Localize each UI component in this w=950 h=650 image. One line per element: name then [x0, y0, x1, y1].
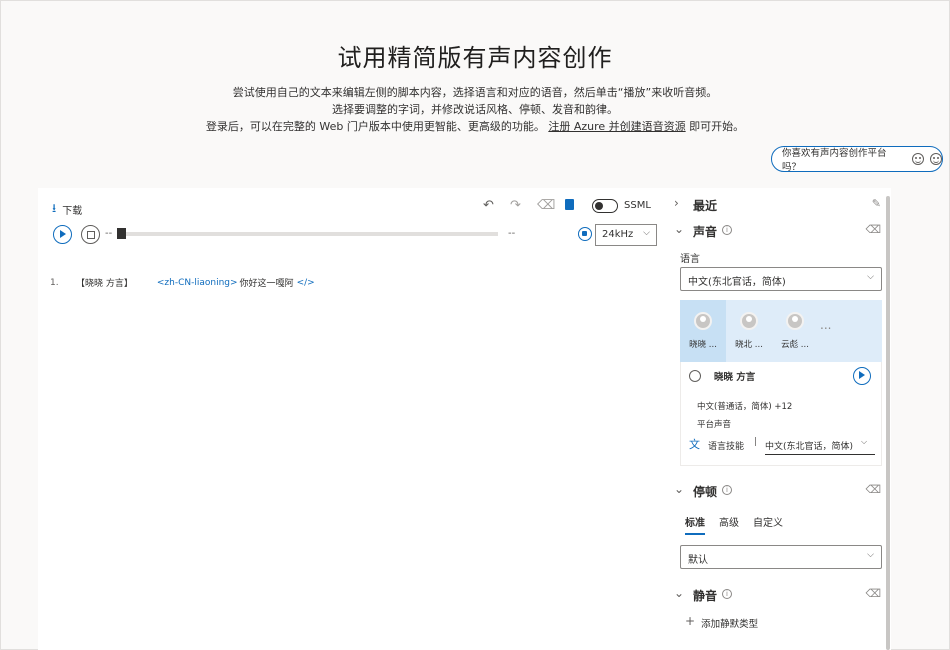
voice-type: 平台声音 — [697, 420, 732, 430]
avatar — [740, 312, 758, 330]
description-line-3-prefix: 登录后，可以在完整的 Web 门户版本中使用更智能、更高级的功能。 — [205, 120, 545, 133]
separator: | — [754, 437, 758, 447]
language-dropdown[interactable]: 中文(东北官话，简体) ⌵ — [680, 267, 882, 291]
pause-section-header[interactable]: ⌄ 停顿 i ⌫ — [668, 480, 891, 502]
progress-thumb[interactable] — [117, 228, 126, 239]
progress-track[interactable] — [118, 232, 498, 236]
tab-custom[interactable]: 自定义 — [753, 514, 783, 535]
total-time: -- — [508, 228, 516, 239]
ssml-toggle[interactable] — [592, 199, 618, 213]
panel-scrollbar[interactable] — [886, 196, 890, 650]
redo-icon[interactable]: ↷ — [510, 198, 521, 213]
ssml-open-tag[interactable]: <zh-CN-liaoning> — [157, 278, 238, 288]
description-line-2: 选择要调整的字词，并修改说话风格、停顿、发音和韵律。 — [332, 103, 618, 116]
info-icon[interactable]: i — [722, 485, 732, 495]
chevron-down-icon: ⌵ — [867, 550, 874, 560]
ssml-close-tag[interactable]: </> — [297, 278, 315, 288]
ssml-label: SSML — [624, 200, 651, 211]
smile-icon[interactable] — [912, 153, 925, 165]
pause-tabs: 标准 高级 自定义 — [685, 514, 783, 535]
undo-icon[interactable]: ↶ — [483, 198, 494, 213]
eraser-icon[interactable]: ⌫ — [537, 198, 555, 213]
pause-title: 停顿 — [693, 485, 718, 499]
chevron-down-icon: ⌵ — [867, 272, 874, 282]
feedback-pill: 你喜欢有声内容创作平台吗？ — [771, 146, 943, 173]
silence-title: 静音 — [693, 589, 718, 603]
editor-toolbar: ⭳ 下载 ↶ ↷ ⌫ SSML — [38, 196, 668, 218]
download-button[interactable]: ⭳ 下载 — [52, 199, 82, 220]
bookmark-icon[interactable] — [565, 199, 574, 210]
voice-option[interactable]: 晓晓 ... — [680, 300, 726, 362]
page-title: 试用精简版有声内容创作 — [337, 44, 613, 72]
info-icon[interactable]: i — [722, 589, 732, 599]
description-line-3-suffix: 即可开始。 — [685, 120, 745, 133]
skill-underline — [765, 454, 875, 455]
eraser-icon[interactable]: ⌫ — [865, 587, 881, 600]
language-skill-select[interactable]: 中文(东北官话，简体) — [765, 439, 853, 452]
audio-player: -- -- 24kHz ⌵ — [38, 224, 668, 246]
voice-languages: 中文(普通话，简体) +12 — [697, 402, 793, 412]
avatar — [694, 312, 712, 330]
language-skill-label: 语言技能 — [708, 442, 745, 452]
line-number: 1. — [50, 277, 59, 288]
export-audio-icon[interactable] — [578, 227, 592, 241]
preview-play-button[interactable] — [853, 367, 871, 385]
play-button[interactable] — [53, 225, 72, 244]
chevron-down-icon: ⌄ — [674, 222, 685, 236]
page-description: 尝试使用自己的文本来编辑左侧的脚本内容，选择语言和对应的语音，然后单击“播放”来… — [0, 84, 950, 135]
avatar — [786, 312, 804, 330]
plus-icon: + — [685, 614, 696, 628]
sample-rate-value: 24kHz — [602, 229, 634, 240]
language-value: 中文(东北官话，简体) — [688, 277, 786, 288]
selected-voice-card: 晓晓 方言 中文(普通话，简体) +12 平台声音 文 语言技能 | 中文(东北… — [680, 362, 882, 466]
tab-standard[interactable]: 标准 — [685, 514, 705, 535]
speech-text[interactable]: 你好这一嘎阿 — [240, 276, 294, 289]
script-editor-panel: ⭳ 下载 ↶ ↷ ⌫ SSML -- -- 24kHz ⌵ 1. 【晓晓 方言】… — [38, 188, 668, 650]
info-icon[interactable]: i — [722, 225, 732, 235]
download-label: 下载 — [62, 206, 83, 217]
pause-value: 默认 — [688, 555, 708, 566]
recent-section-header[interactable]: › 最近 ✎ — [668, 194, 891, 216]
add-silence-button[interactable]: + 添加静默类型 — [685, 614, 759, 630]
voice-option[interactable]: 晓北 ... — [726, 300, 772, 362]
person-icon — [689, 370, 701, 382]
voice-title: 声音 — [693, 225, 718, 239]
pause-dropdown[interactable]: 默认 ⌵ — [680, 545, 882, 569]
language-label: 语言 — [680, 254, 700, 265]
tab-advanced[interactable]: 高级 — [719, 514, 739, 535]
chevron-down-icon: ⌄ — [674, 586, 685, 600]
more-voices-icon[interactable]: ... — [820, 318, 831, 332]
recent-title: 最近 — [693, 199, 718, 213]
chevron-down-icon: ⌄ — [674, 482, 685, 496]
add-silence-label: 添加静默类型 — [701, 619, 759, 630]
voice-name: 云彪 ... — [781, 340, 809, 350]
properties-panel: › 最近 ✎ ⌄ 声音 i ⌫ 语言 中文(东北官话，简体) ⌵ 晓晓 ... … — [668, 188, 891, 650]
voice-name: 晓北 ... — [735, 340, 763, 350]
voice-option[interactable]: 云彪 ... — [772, 300, 818, 362]
eraser-icon[interactable]: ⌫ — [865, 483, 881, 496]
script-line[interactable]: 1. 【晓晓 方言】 <zh-CN-liaoning> 你好这一嘎阿 </> — [50, 276, 315, 290]
silence-section-header[interactable]: ⌄ 静音 i ⌫ — [668, 584, 891, 606]
voice-section-header[interactable]: ⌄ 声音 i ⌫ — [668, 220, 891, 242]
chevron-down-icon: ⌵ — [643, 228, 650, 238]
sample-rate-select[interactable]: 24kHz ⌵ — [595, 224, 657, 246]
stop-button[interactable] — [81, 225, 100, 244]
description-line-1: 尝试使用自己的文本来编辑左侧的脚本内容，选择语言和对应的语音，然后单击“播放”来… — [232, 86, 718, 99]
description-line-3: 登录后，可以在完整的 Web 门户版本中使用更智能、更高级的功能。 注册 Azu… — [0, 118, 950, 135]
translate-icon: 文 — [689, 438, 700, 451]
register-azure-link[interactable]: 注册 Azure 并创建语音资源 — [548, 120, 685, 133]
pencil-icon[interactable]: ✎ — [872, 197, 881, 210]
voice-list: 晓晓 ... 晓北 ... 云彪 ... ... — [680, 300, 882, 362]
eraser-icon[interactable]: ⌫ — [865, 223, 881, 236]
selected-voice-name: 晓晓 方言 — [714, 372, 756, 383]
current-time: -- — [105, 228, 113, 239]
speaker-label: 【晓晓 方言】 — [76, 279, 133, 289]
chevron-right-icon: › — [674, 196, 679, 210]
download-icon: ⭳ — [52, 201, 57, 215]
smile-alt-icon[interactable] — [930, 153, 942, 165]
chevron-down-icon[interactable]: ⌵ — [861, 437, 867, 447]
feedback-label: 你喜欢有声内容创作平台吗？ — [782, 148, 887, 173]
voice-name: 晓晓 ... — [689, 340, 717, 350]
